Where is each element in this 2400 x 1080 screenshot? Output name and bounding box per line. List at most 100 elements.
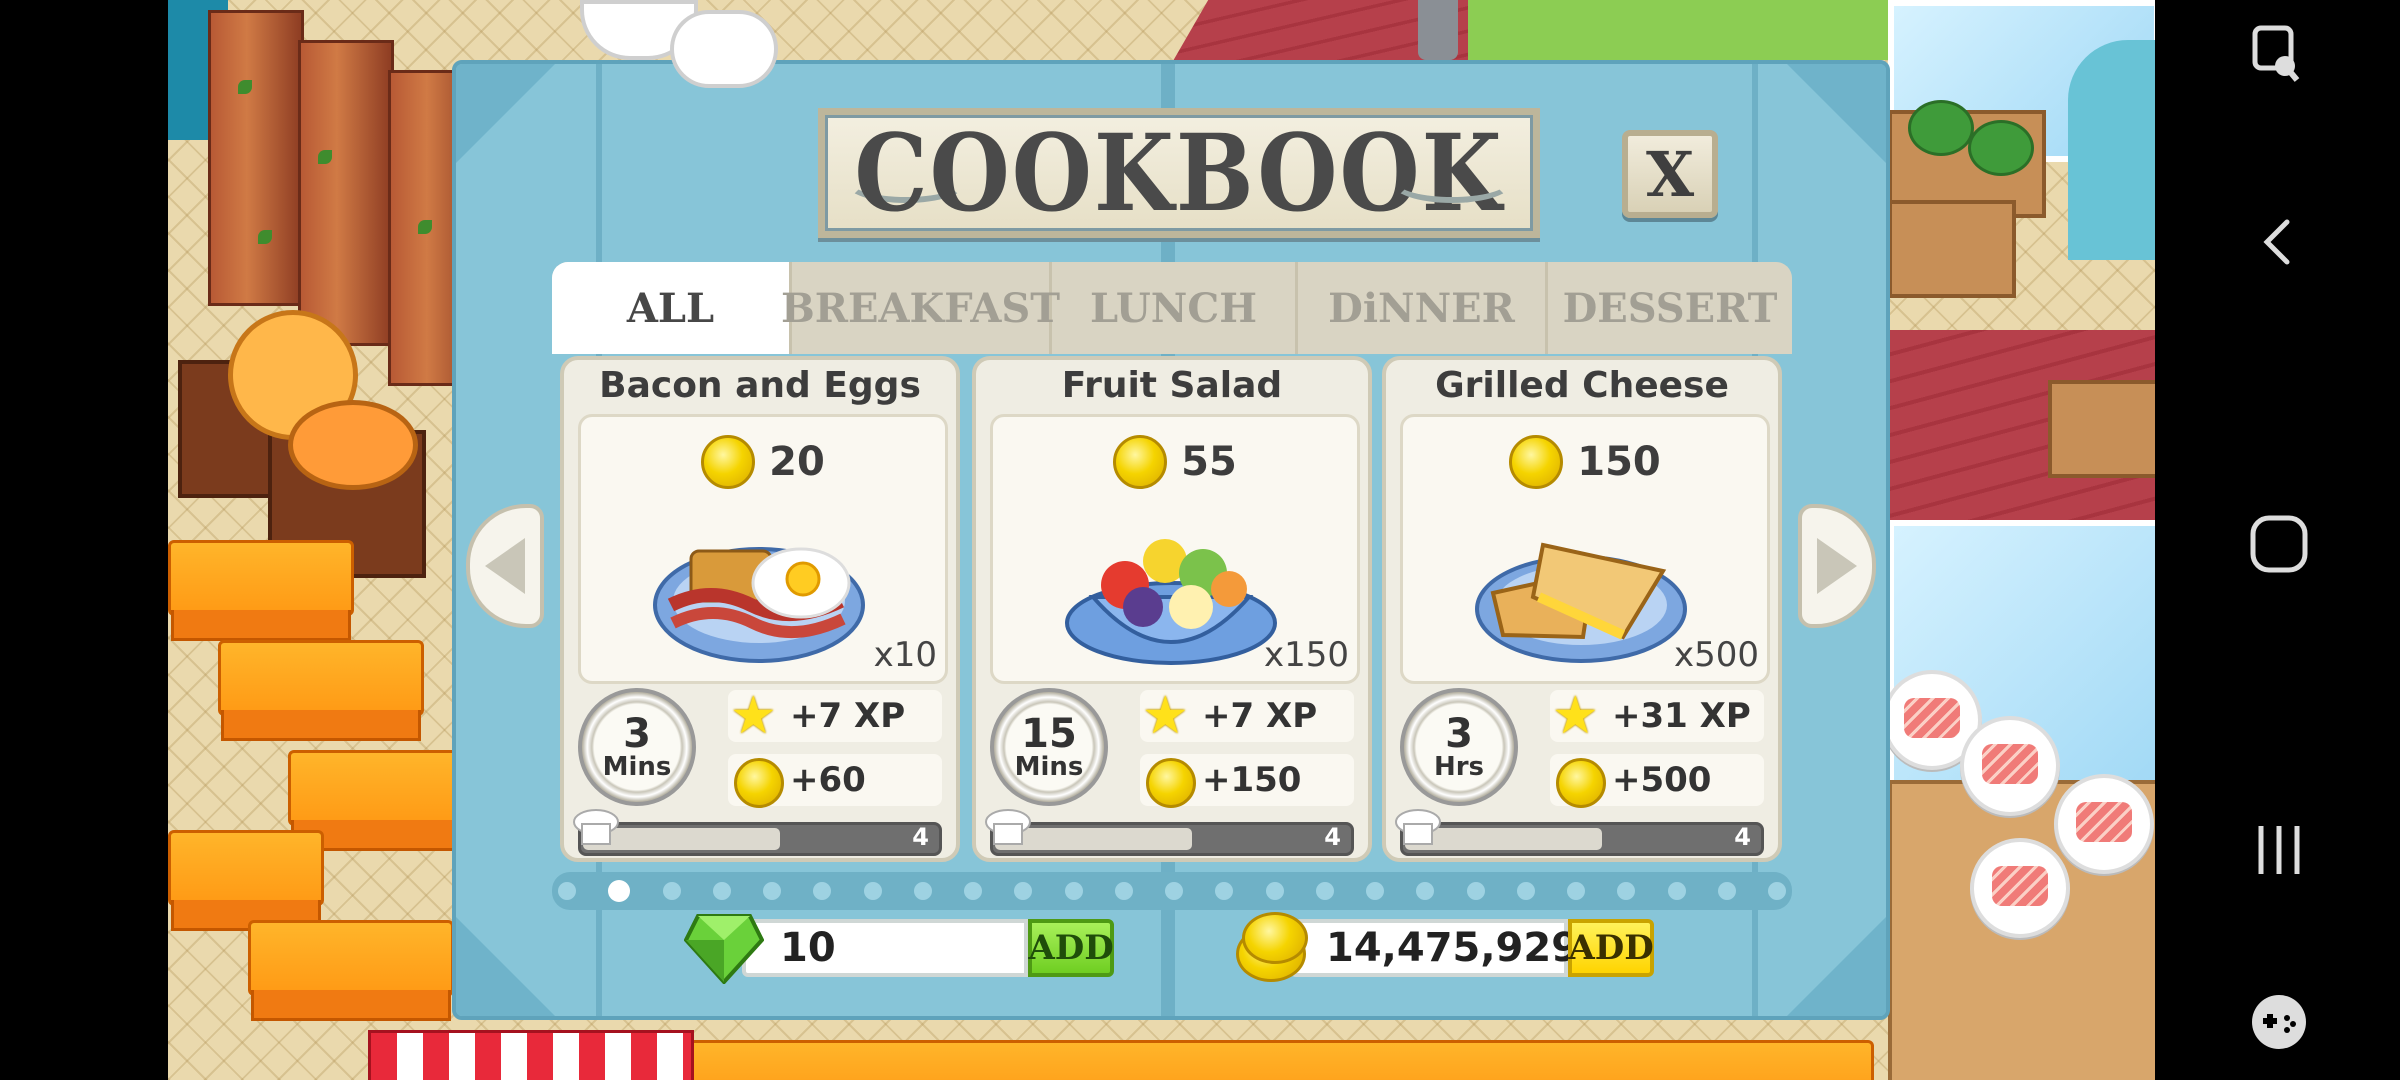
- servings: x500: [1673, 635, 1759, 675]
- page-dot[interactable]: [1315, 882, 1334, 900]
- steak-plate: [1960, 716, 2060, 816]
- page-dot[interactable]: [1567, 882, 1585, 900]
- page-dot[interactable]: [964, 882, 982, 900]
- mastery-bar: 4: [1400, 822, 1764, 856]
- page-dot[interactable]: [1617, 882, 1636, 900]
- coin-reward: +500: [1550, 754, 1764, 808]
- bacon-and-eggs-icon: [653, 547, 865, 663]
- coin-reward: +60: [728, 754, 942, 808]
- brick-pillar: [298, 40, 394, 346]
- coin-icon: [1242, 912, 1308, 964]
- servings: x10: [873, 635, 937, 675]
- tab-dessert[interactable]: DESSERT: [1548, 262, 1792, 354]
- previous-page-button[interactable]: [466, 504, 544, 628]
- back-icon[interactable]: [2247, 210, 2311, 274]
- coin-icon: [1509, 435, 1564, 489]
- cook-time-unit: Mins: [602, 752, 672, 782]
- page-dot[interactable]: [1416, 882, 1435, 900]
- page-dot[interactable]: [1366, 882, 1384, 900]
- page-indicator: [552, 872, 1792, 910]
- page-dot[interactable]: [1466, 882, 1485, 900]
- page-dot[interactable]: [863, 882, 882, 900]
- vegetable-crate: [2048, 380, 2155, 478]
- tab-dinner[interactable]: DiNNER: [1298, 262, 1548, 354]
- screen-pin-icon[interactable]: [2247, 22, 2311, 86]
- earnings-value: +150: [1202, 760, 1302, 800]
- page-dot[interactable]: [1516, 882, 1535, 900]
- page-dot[interactable]: [1667, 882, 1686, 900]
- page-dot[interactable]: [558, 882, 576, 900]
- arrow-left-icon: [485, 538, 525, 594]
- coin-count: 14,475,929: [1290, 919, 1579, 977]
- page-dot[interactable]: [1265, 882, 1284, 900]
- xp-reward: ★ +31 XP: [1550, 686, 1764, 746]
- vine-leaf: [318, 150, 332, 164]
- recent-apps-icon[interactable]: [2247, 818, 2311, 882]
- stopwatch-icon: 3 Mins: [578, 688, 696, 806]
- page-dot[interactable]: [662, 882, 681, 900]
- tab-all[interactable]: ALL: [552, 262, 792, 354]
- recipe-name: Grilled Cheese: [1435, 365, 1729, 406]
- page-dot[interactable]: [1165, 882, 1183, 900]
- earnings-value: +500: [1612, 760, 1712, 800]
- coin-reward: +150: [1140, 754, 1354, 808]
- page-dot[interactable]: [1014, 882, 1033, 900]
- xp-reward: ★ +7 XP: [728, 686, 942, 746]
- steak-plate: [1970, 838, 2070, 938]
- xp-value: +31 XP: [1612, 696, 1751, 736]
- recipe-card[interactable]: Grilled Cheese 150 x500 3 Hrs ★ +31 XP +…: [1382, 356, 1782, 862]
- globe-bubble[interactable]: [670, 10, 778, 88]
- page-dot[interactable]: [1114, 882, 1133, 900]
- recipe-card[interactable]: Fruit Salad 55 x150 15 Mins ★ +7 XP +150…: [972, 356, 1372, 862]
- frame-corner: [456, 64, 555, 163]
- recipe-preview: 55 x150: [990, 414, 1360, 684]
- page-dot[interactable]: [1768, 882, 1786, 900]
- page-dot[interactable]: [1717, 882, 1736, 900]
- dining-table: [248, 920, 454, 1021]
- grilled-cheese-icon: [1475, 542, 1687, 663]
- star-icon: ★: [1552, 686, 1599, 746]
- close-button[interactable]: X: [1622, 130, 1718, 218]
- bush: [1908, 100, 1974, 156]
- recipe-cost: 150: [1403, 435, 1767, 489]
- page-dot[interactable]: [1064, 882, 1083, 900]
- next-page-button[interactable]: [1798, 504, 1876, 628]
- tab-breakfast[interactable]: BREAKFAST: [781, 262, 1060, 354]
- add-gems-button[interactable]: ADD: [1028, 919, 1114, 977]
- mastery-bar: 4: [578, 822, 942, 856]
- dining-table: [168, 540, 354, 641]
- cost-value: 20: [769, 439, 825, 485]
- title-plaque: COOKBOOK: [818, 108, 1540, 238]
- game-launcher-icon[interactable]: [2247, 990, 2311, 1054]
- restaurant-scene[interactable]: COOKBOOK X ALL BREAKFAST LUNCH DiNNER DE…: [168, 0, 2155, 1080]
- vine-leaf: [238, 80, 252, 94]
- recipe-cost: 20: [581, 435, 945, 489]
- page-dot[interactable]: [1215, 882, 1234, 900]
- recipe-card[interactable]: Bacon and Eggs 20 x10 3 Mins ★ +7 XP +60…: [560, 356, 960, 862]
- lamp-post: [1418, 0, 1458, 60]
- tab-lunch[interactable]: LUNCH: [1052, 262, 1298, 354]
- dining-table: [668, 1040, 1874, 1080]
- chef-hat-icon: [985, 809, 1031, 845]
- page-dot[interactable]: [813, 882, 832, 900]
- page-dot[interactable]: [712, 882, 731, 900]
- cook-time-value: 3: [623, 711, 651, 757]
- recipe-name: Bacon and Eggs: [599, 365, 921, 406]
- coin-icon: [1556, 758, 1606, 808]
- mastery-level: 4: [1324, 823, 1341, 851]
- gem-balance: 10 ADD: [684, 914, 1114, 984]
- star-icon: ★: [730, 686, 777, 746]
- system-nav-bar: [2155, 0, 2400, 1080]
- xp-value: +7 XP: [790, 696, 906, 736]
- cost-value: 150: [1577, 439, 1661, 485]
- page-dot[interactable]: [913, 882, 932, 900]
- recipe-cost: 55: [993, 435, 1357, 489]
- flower-planter: [1888, 200, 2016, 298]
- coin-stack-icon: [1232, 912, 1312, 984]
- home-icon[interactable]: [2247, 512, 2311, 576]
- bagel-plate: [288, 400, 418, 490]
- coin-icon: [1146, 758, 1196, 808]
- page-dot[interactable]: [763, 882, 781, 900]
- add-coins-button[interactable]: ADD: [1568, 919, 1654, 977]
- page-dot[interactable]: [608, 880, 631, 902]
